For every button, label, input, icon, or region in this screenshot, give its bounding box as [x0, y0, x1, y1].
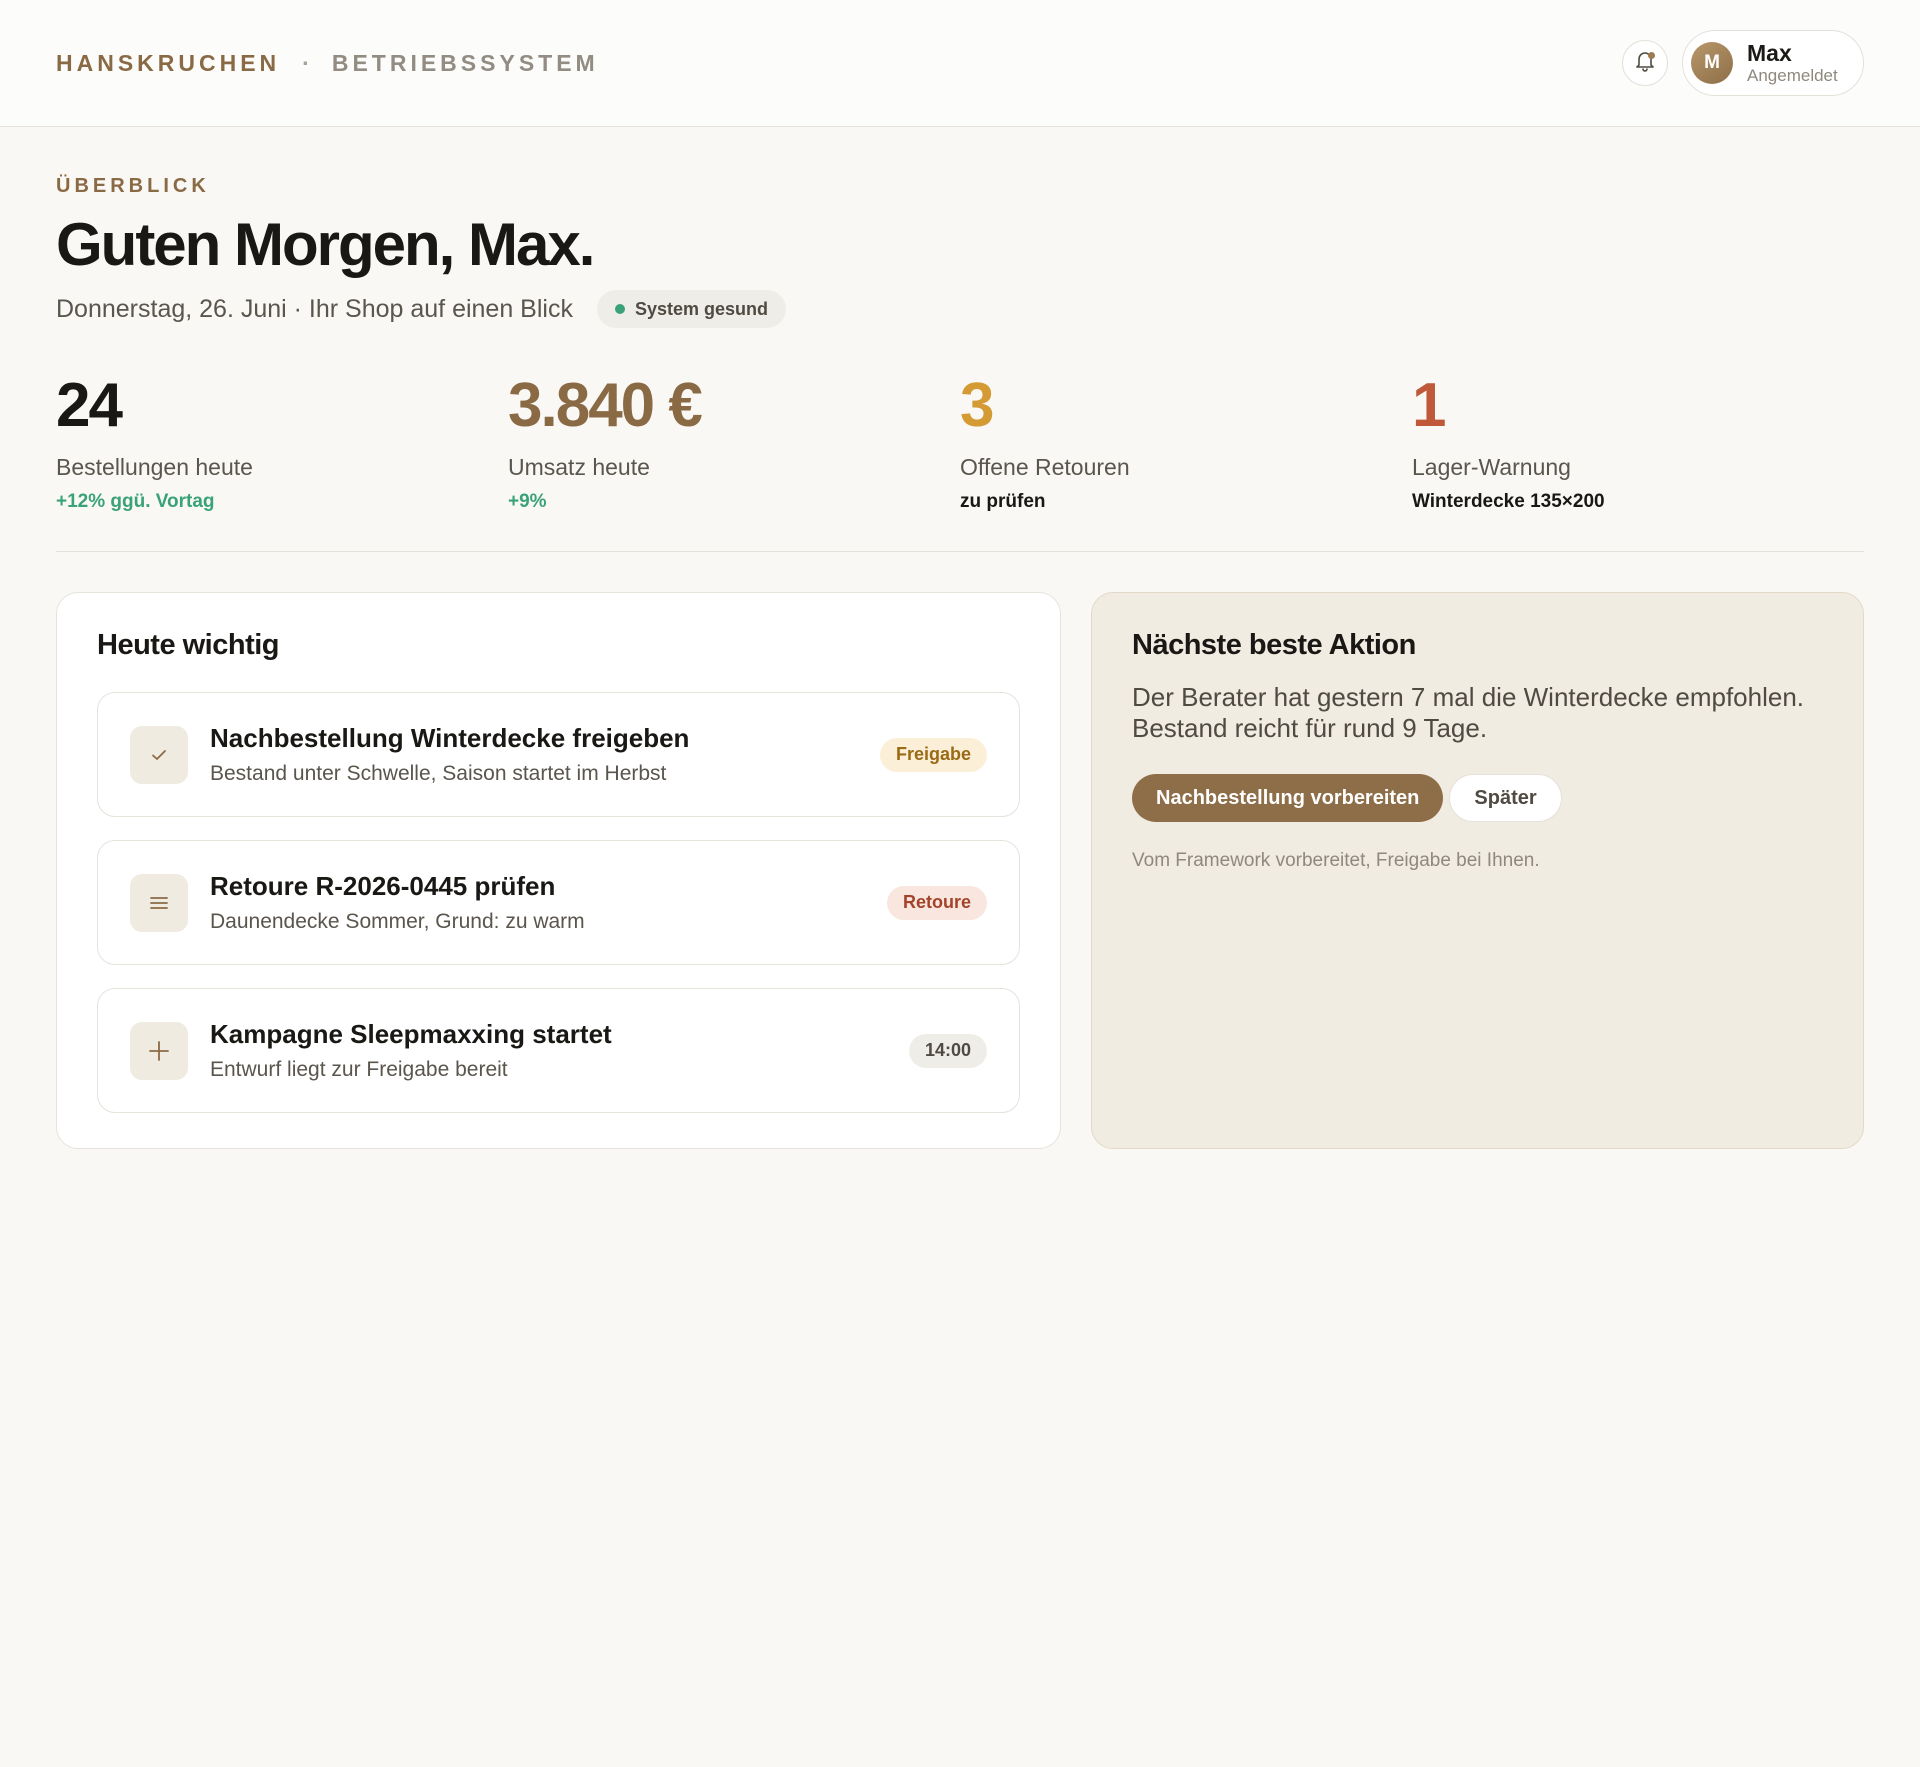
kpi-label: Offene Retouren	[960, 454, 1130, 480]
task-subtitle: Bestand unter Schwelle, Saison startet i…	[210, 762, 667, 785]
today-panel: Heute wichtig Nachbestellung Winterdecke…	[56, 592, 1061, 1149]
next-action-panel: Nächste beste Aktion Der Berater hat ges…	[1091, 592, 1864, 1149]
task-item[interactable]: Retoure R-2026-0445 prüfen Daunendecke S…	[97, 840, 1020, 965]
user-name: Max	[1747, 39, 1792, 66]
list-icon	[130, 873, 188, 932]
user-menu[interactable]: M Max Angemeldet	[1682, 30, 1864, 96]
task-title: Retoure R-2026-0445 prüfen	[210, 871, 556, 901]
page-title: Guten Morgen, Max.	[56, 211, 595, 278]
user-info: Max Angemeldet	[1747, 39, 1838, 86]
later-button[interactable]: Später	[1449, 774, 1562, 822]
kpi-note: +9%	[508, 491, 547, 512]
section-eyebrow: ÜBERBLICK	[56, 175, 210, 197]
health-label: System gesund	[634, 298, 769, 319]
kpi-note: +12% ggü. Vortag	[56, 491, 215, 512]
kpi-value: 24	[56, 371, 123, 440]
task-badge: Freigabe	[879, 737, 987, 772]
today-title: Heute wichtig	[97, 629, 280, 661]
action-buttons: Nachbestellung vorbereiten Später	[1132, 774, 1823, 822]
subline: Donnerstag, 26. Juni · Ihr Shop auf eine…	[56, 290, 1864, 328]
kpi-value: 1	[1412, 371, 1446, 440]
plus-icon	[130, 1021, 188, 1080]
header-actions: M Max Angemeldet	[1622, 30, 1864, 96]
user-status: Angemeldet	[1747, 65, 1838, 85]
check-icon	[130, 725, 188, 784]
health-dot-icon	[614, 304, 625, 314]
kpi-value: 3.840 €	[508, 371, 703, 440]
kpi-stock-warning: 1 Lager-Warnung Winterdecke 135×200	[1412, 370, 1864, 513]
top-bar: HANSKRUCHEN · BETRIEBSSYSTEM M Max Angem…	[0, 0, 1920, 127]
kpi-row: 24 Bestellungen heute +12% ggü. Vortag 3…	[56, 370, 1864, 552]
prepare-reorder-button[interactable]: Nachbestellung vorbereiten	[1132, 774, 1444, 822]
kpi-revenue: 3.840 € Umsatz heute +9%	[508, 370, 960, 513]
brand-name: HANSKRUCHEN	[56, 49, 281, 76]
kpi-returns: 3 Offene Retouren zu prüfen	[960, 370, 1412, 513]
kpi-orders: 24 Bestellungen heute +12% ggü. Vortag	[56, 370, 508, 513]
next-action-footnote: Vom Framework vorbereitet, Freigabe bei …	[1132, 850, 1540, 871]
notification-dot	[1648, 52, 1655, 59]
notifications-button[interactable]	[1622, 40, 1668, 86]
kpi-note: Winterdecke 135×200	[1412, 491, 1605, 512]
kpi-label: Umsatz heute	[508, 454, 650, 480]
task-text: Nachbestellung Winterdecke freigeben Bes…	[210, 723, 880, 786]
kpi-value: 3	[960, 371, 994, 440]
next-action-text: Der Berater hat gestern 7 mal die Winter…	[1132, 682, 1805, 743]
brand[interactable]: HANSKRUCHEN · BETRIEBSSYSTEM	[56, 50, 599, 77]
kpi-note: zu prüfen	[960, 491, 1046, 512]
date-line: Donnerstag, 26. Juni · Ihr Shop auf eine…	[56, 294, 573, 323]
brand-system: BETRIEBSSYSTEM	[331, 49, 599, 76]
status-badge: System gesund	[596, 290, 787, 328]
task-subtitle: Entwurf liegt zur Freigabe bereit	[210, 1058, 508, 1081]
main-content: ÜBERBLICK Guten Morgen, Max. Donnerstag,…	[0, 127, 1920, 1149]
panels: Heute wichtig Nachbestellung Winterdecke…	[56, 592, 1864, 1149]
kpi-label: Lager-Warnung	[1412, 454, 1571, 480]
task-item[interactable]: Nachbestellung Winterdecke freigeben Bes…	[97, 692, 1020, 817]
task-badge: 14:00	[908, 1033, 987, 1068]
task-subtitle: Daunendecke Sommer, Grund: zu warm	[210, 910, 585, 933]
task-item[interactable]: Kampagne Sleepmaxxing startet Entwurf li…	[97, 988, 1020, 1113]
task-badge: Retoure	[886, 885, 987, 920]
brand-separator: ·	[302, 49, 310, 76]
task-title: Kampagne Sleepmaxxing startet	[210, 1019, 612, 1049]
task-text: Retoure R-2026-0445 prüfen Daunendecke S…	[210, 871, 887, 934]
task-text: Kampagne Sleepmaxxing startet Entwurf li…	[210, 1019, 909, 1082]
kpi-label: Bestellungen heute	[56, 454, 253, 480]
next-action-title: Nächste beste Aktion	[1132, 629, 1416, 661]
task-title: Nachbestellung Winterdecke freigeben	[210, 723, 690, 753]
avatar: M	[1691, 42, 1733, 84]
